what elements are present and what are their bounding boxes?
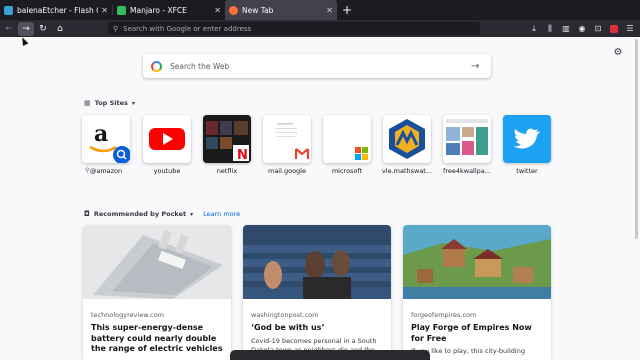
search-placeholder: Search the Web [170,61,230,71]
gmail-thumbnail-icon [263,115,311,163]
web-search-box[interactable]: Search the Web → [143,54,491,78]
top-site-twitter[interactable] [503,115,551,163]
top-site-microsoft[interactable] [323,115,371,163]
netflix-thumbnail-icon: N [203,115,251,163]
chevron-down-icon[interactable]: ▾ [190,211,193,218]
pocket-card[interactable]: forgeofempires.com Play Forge of Empires… [403,225,551,360]
balena-favicon-icon [4,5,13,15]
google-logo-icon [151,60,162,72]
search-icon: ⚲ [113,24,119,33]
tab-title: New Tab [242,5,274,15]
top-site-youtube[interactable] [143,115,191,163]
mouse-cursor-icon [19,36,29,46]
top-site-label: free4kwallpa... [443,167,491,175]
toolbar-actions: ⤓ ⫼ ▥ ◉ ⊡ ☰ [526,22,638,35]
menu-icon[interactable]: ☰ [622,22,638,35]
amazon-logo-icon: a [82,115,130,163]
tab-new-tab[interactable]: New Tab ✕ [225,0,337,20]
top-site-label: netflix [216,167,238,175]
top-site-label: vle.mathswat... [381,167,433,175]
card-source: forgeofempires.com [411,311,477,319]
pocket-card[interactable]: technologyreview.com This super-energy-d… [83,225,231,360]
reload-button[interactable]: ↻ [35,22,51,36]
svg-text:a: a [94,121,108,147]
tab-strip: balenaEtcher - Flash OS im ✕ Manjaro - X… [0,0,640,20]
chevron-down-icon[interactable]: ▾ [132,100,135,107]
top-site-label: mail.google [267,167,306,175]
top-sites-title: Top Sites [94,99,128,107]
url-bar[interactable]: ⚲ Search with Google or enter address [108,22,480,35]
battery-story-image [83,225,231,299]
card-source: washingtonpost.com [251,311,319,319]
close-tab-icon[interactable]: ✕ [326,6,333,15]
new-tab-button[interactable]: + [337,0,357,20]
pocket-card[interactable]: washingtonpost.com ‘God be with us’ Covi… [243,225,391,360]
card-headline: Play Forge of Empires Now for Free [411,323,532,343]
top-site-netflix[interactable]: N [203,115,251,163]
scrollbar-thumb[interactable] [635,39,638,239]
back-button[interactable]: ← [1,22,17,36]
microsoft-logo-icon [323,115,371,163]
mathswatch-logo-icon [383,115,431,163]
free4kwallpapers-thumbnail-icon [443,115,491,163]
manjaro-favicon-icon [117,5,126,15]
card-source: technologyreview.com [91,311,164,319]
covid-story-image [243,225,391,299]
youtube-logo-icon [149,128,185,150]
close-tab-icon[interactable]: ✕ [214,6,221,15]
close-tab-icon[interactable]: ✕ [101,6,108,15]
top-sites-grid: a @amazon ⚲ youtube N netflix mail.googl… [82,115,562,177]
tab-title: balenaEtcher - Flash OS im [17,5,98,15]
forge-of-empires-image [403,225,551,299]
card-headline: ‘God be with us’ [251,323,325,332]
learn-more-link[interactable]: Learn more [203,210,240,218]
downloads-icon[interactable]: ⤓ [526,22,542,35]
svg-text:N: N [237,148,248,163]
page-scrollbar[interactable] [633,37,640,360]
pocket-icon: ◘ [84,210,90,218]
library-icon[interactable]: ⫼ [542,22,558,35]
top-site-free4kwallpapers[interactable] [443,115,491,163]
sidebar-icon[interactable]: ▥ [558,22,574,35]
card-headline: This super-energy-dense battery could ne… [91,323,223,353]
card-excerpt: If you like to play, this city-building … [411,347,525,360]
pocket-header: ◘ Recommended by Pocket ▾ Learn more [84,210,240,218]
url-bar-placeholder: Search with Google or enter address [123,24,252,33]
screenshot-icon[interactable]: ⊡ [590,22,606,35]
twitter-bird-icon [503,115,551,163]
tab-title: Manjaro - XFCE [130,5,187,15]
firefox-favicon-icon [229,5,238,15]
search-go-arrow-icon[interactable]: → [471,61,491,72]
top-site-mathswatch[interactable] [383,115,431,163]
personalize-gear-icon[interactable]: ⚙ [612,47,624,59]
top-sites-header[interactable]: ▦ Top Sites ▾ [84,99,135,107]
tab-balena-etcher[interactable]: balenaEtcher - Flash OS im ✕ [0,0,112,20]
top-site-mail-google[interactable] [263,115,311,163]
tab-manjaro[interactable]: Manjaro - XFCE ✕ [113,0,225,20]
forward-button[interactable]: → [18,21,34,36]
top-site-label: microsoft [331,167,363,175]
navigation-toolbar: ← → ↻ ⌂ ⚲ Search with Google or enter ad… [0,20,640,37]
home-button[interactable]: ⌂ [52,22,68,36]
grid-icon: ▦ [84,99,91,107]
account-icon[interactable]: ◉ [574,22,590,35]
pin-icon: ⚲ [85,167,90,174]
top-site-label: youtube [153,167,181,175]
pocket-title: Recommended by Pocket [93,210,187,218]
extension-icon[interactable] [606,22,622,35]
taskbar-dock [230,350,430,360]
top-site-label: twitter [516,167,538,175]
top-site-amazon[interactable]: a [82,115,130,163]
